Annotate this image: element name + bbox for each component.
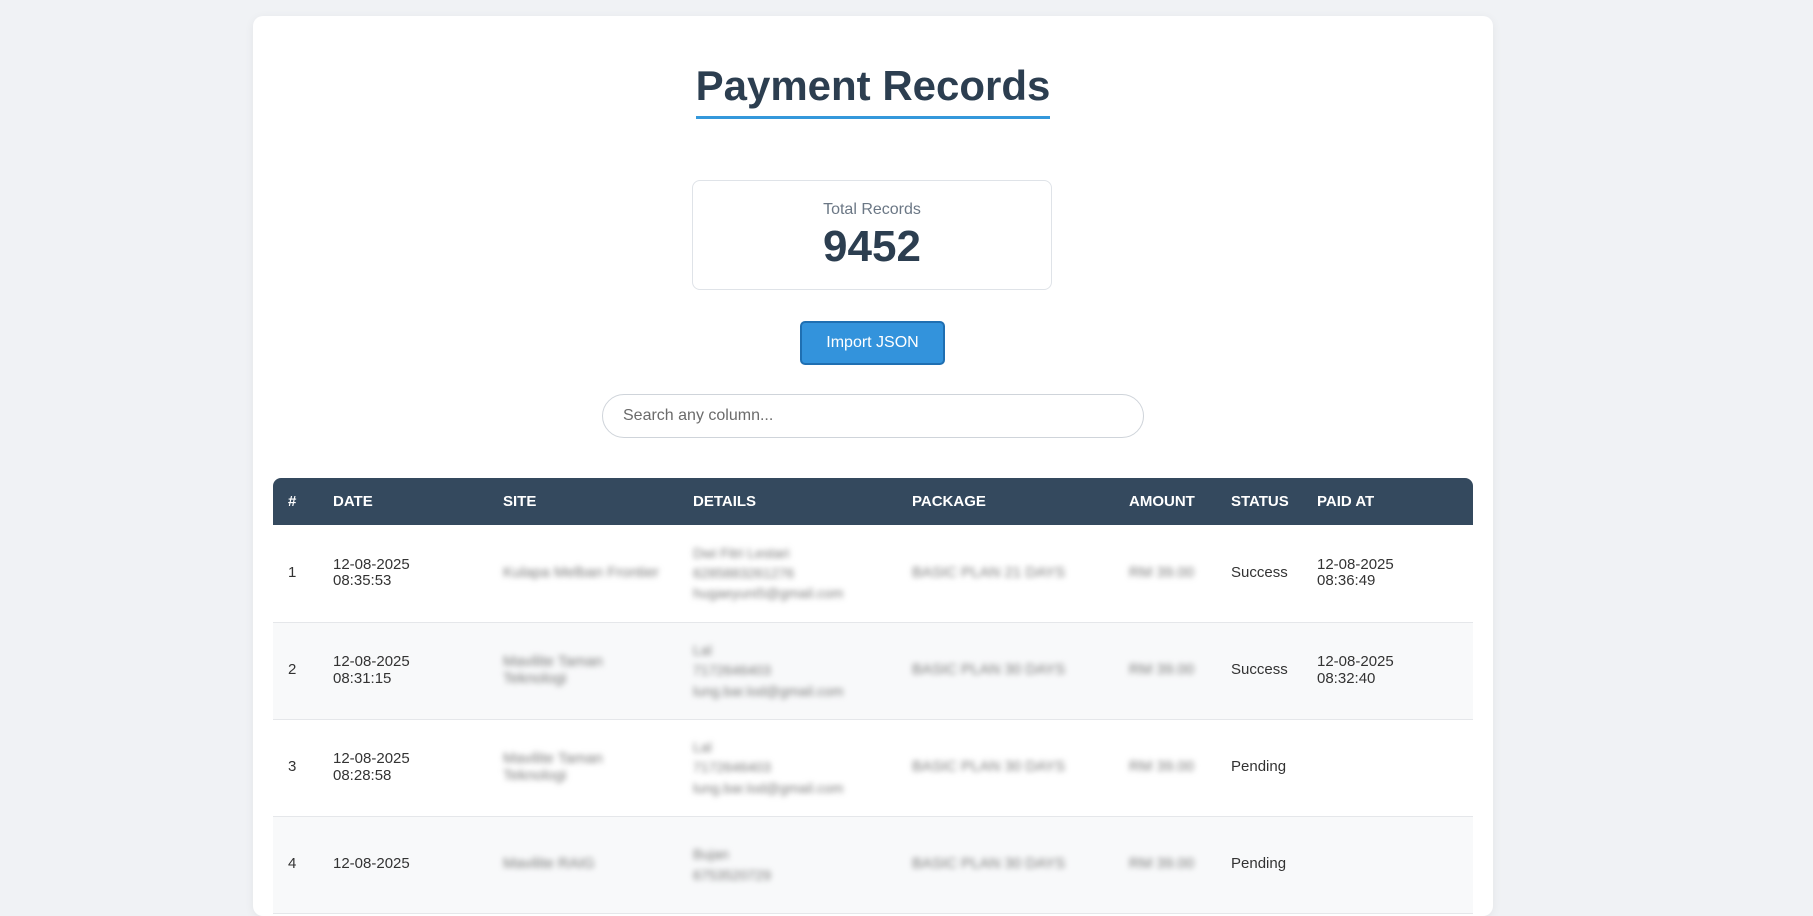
paid-time-line: 08:36:49 (1317, 572, 1376, 590)
column-header-date[interactable]: DATE (318, 478, 488, 525)
column-header-status[interactable]: STATUS (1216, 478, 1302, 525)
row-package: BASIC PLAN 30 DAYS (897, 622, 1114, 720)
total-records-value: 9452 (823, 222, 921, 271)
date-line: 12-08-2025 (333, 855, 410, 873)
amount-value: RM 39.00 (1129, 855, 1195, 873)
row-details: Bujan 6753520729 (678, 816, 897, 914)
row-amount: RM 39.00 (1114, 622, 1216, 720)
column-header-amount[interactable]: AMOUNT (1114, 478, 1216, 525)
details-phone: 7172646403 (693, 759, 771, 776)
row-number: 3 (273, 719, 318, 817)
paid-time-line: 08:32:40 (1317, 669, 1376, 687)
site-name-line2: Teknologi (503, 766, 567, 784)
table-row[interactable]: 1 12-08-2025 08:35:53 Kulapa Melban Fron… (273, 525, 1473, 623)
package-name: BASIC PLAN 30 DAYS (912, 661, 1066, 679)
details-name: Lal (693, 642, 712, 659)
time-line: 08:35:53 (333, 572, 392, 590)
row-paid-at (1302, 816, 1473, 914)
details-phone: 6753520729 (693, 866, 771, 883)
total-records-label: Total Records (823, 201, 921, 218)
title-wrapper: Payment Records (253, 63, 1493, 120)
row-site: Mavilite Taman Teknologi (488, 622, 678, 720)
row-date: 12-08-2025 08:28:58 (318, 719, 488, 817)
details-name: Bujan (693, 846, 729, 863)
page-container: Payment Records Total Records 9452 Impor… (253, 16, 1493, 916)
row-details: Lal 7172646403 lung.bar.lod@gmail.com (678, 622, 897, 720)
row-date: 12-08-2025 08:35:53 (318, 525, 488, 623)
site-name-line2: Teknologi (503, 669, 567, 687)
date-line: 12-08-2025 (333, 750, 410, 767)
details-email: lung.bar.lod@gmail.com (693, 682, 844, 699)
time-line: 08:31:15 (333, 669, 392, 687)
paid-date-line: 12-08-2025 (1317, 653, 1394, 670)
row-site: Mavilite Taman Teknologi (488, 719, 678, 817)
row-details: Dwi Fitri Lestari 6285883261276 hugaeyun… (678, 525, 897, 623)
records-table: # DATE SITE DETAILS PACKAGE AMOUNT STATU… (273, 478, 1473, 914)
row-package: BASIC PLAN 30 DAYS (897, 816, 1114, 914)
date-line: 12-08-2025 (333, 653, 410, 670)
row-package: BASIC PLAN 21 DAYS (897, 525, 1114, 623)
package-name: BASIC PLAN 30 DAYS (912, 855, 1066, 873)
row-package: BASIC PLAN 30 DAYS (897, 719, 1114, 817)
paid-date-line: 12-08-2025 (1317, 555, 1394, 573)
row-number: 1 (273, 525, 318, 623)
row-number: 2 (273, 622, 318, 720)
date-line: 12-08-2025 (333, 555, 410, 573)
details-name: Dwi Fitri Lestari (693, 544, 790, 561)
amount-value: RM 39.00 (1129, 661, 1195, 679)
import-json-button[interactable]: Import JSON (800, 321, 945, 365)
row-details: Lal 7172646403 lung.bar.lod@gmail.com (678, 719, 897, 817)
site-name: Mavilite Taman (503, 750, 603, 767)
row-amount: RM 39.00 (1114, 719, 1216, 817)
amount-value: RM 39.00 (1129, 564, 1195, 581)
table-header-row: # DATE SITE DETAILS PACKAGE AMOUNT STATU… (273, 478, 1473, 525)
site-name: Mavilite RAIG (503, 855, 595, 873)
records-table-wrapper: # DATE SITE DETAILS PACKAGE AMOUNT STATU… (273, 478, 1473, 914)
row-status: Pending (1216, 719, 1302, 817)
amount-value: RM 39.00 (1129, 758, 1195, 776)
row-date: 12-08-2025 08:31:15 (318, 622, 488, 720)
details-phone: 7172646403 (693, 662, 771, 679)
details-email: hugaeyuni5@gmail.com (693, 585, 844, 602)
row-date: 12-08-2025 (318, 816, 488, 914)
table-row[interactable]: 2 12-08-2025 08:31:15 Mavilite Taman Tek… (273, 622, 1473, 720)
column-header-site[interactable]: SITE (488, 478, 678, 525)
site-name: Kulapa Melban Frontier (503, 564, 659, 581)
details-name: Lal (693, 739, 712, 756)
row-amount: RM 39.00 (1114, 816, 1216, 914)
column-header-details[interactable]: DETAILS (678, 478, 897, 525)
details-email: lung.bar.lod@gmail.com (693, 779, 844, 796)
time-line: 08:28:58 (333, 766, 392, 784)
table-row[interactable]: 3 12-08-2025 08:28:58 Mavilite Taman Tek… (273, 719, 1473, 817)
search-input[interactable] (602, 394, 1144, 438)
row-status: Success (1216, 525, 1302, 623)
table-row[interactable]: 4 12-08-2025 Mavilite RAIG Bujan 6753520… (273, 816, 1473, 914)
row-paid-at: 12-08-2025 08:32:40 (1302, 622, 1473, 720)
site-name: Mavilite Taman (503, 653, 603, 670)
row-site: Kulapa Melban Frontier (488, 525, 678, 623)
row-paid-at (1302, 719, 1473, 817)
package-name: BASIC PLAN 30 DAYS (912, 758, 1066, 776)
package-name: BASIC PLAN 21 DAYS (912, 564, 1066, 581)
row-site: Mavilite RAIG (488, 816, 678, 914)
row-status: Success (1216, 622, 1302, 720)
column-header-paid-at[interactable]: PAID AT (1302, 478, 1473, 525)
column-header-package[interactable]: PACKAGE (897, 478, 1114, 525)
row-status: Pending (1216, 816, 1302, 914)
page-title: Payment Records (695, 63, 1051, 120)
row-amount: RM 39.00 (1114, 525, 1216, 623)
row-number: 4 (273, 816, 318, 914)
row-paid-at: 12-08-2025 08:36:49 (1302, 525, 1473, 623)
column-header-number[interactable]: # (273, 478, 318, 525)
details-phone: 6285883261276 (693, 565, 795, 582)
total-records-card: Total Records 9452 (692, 180, 1052, 290)
